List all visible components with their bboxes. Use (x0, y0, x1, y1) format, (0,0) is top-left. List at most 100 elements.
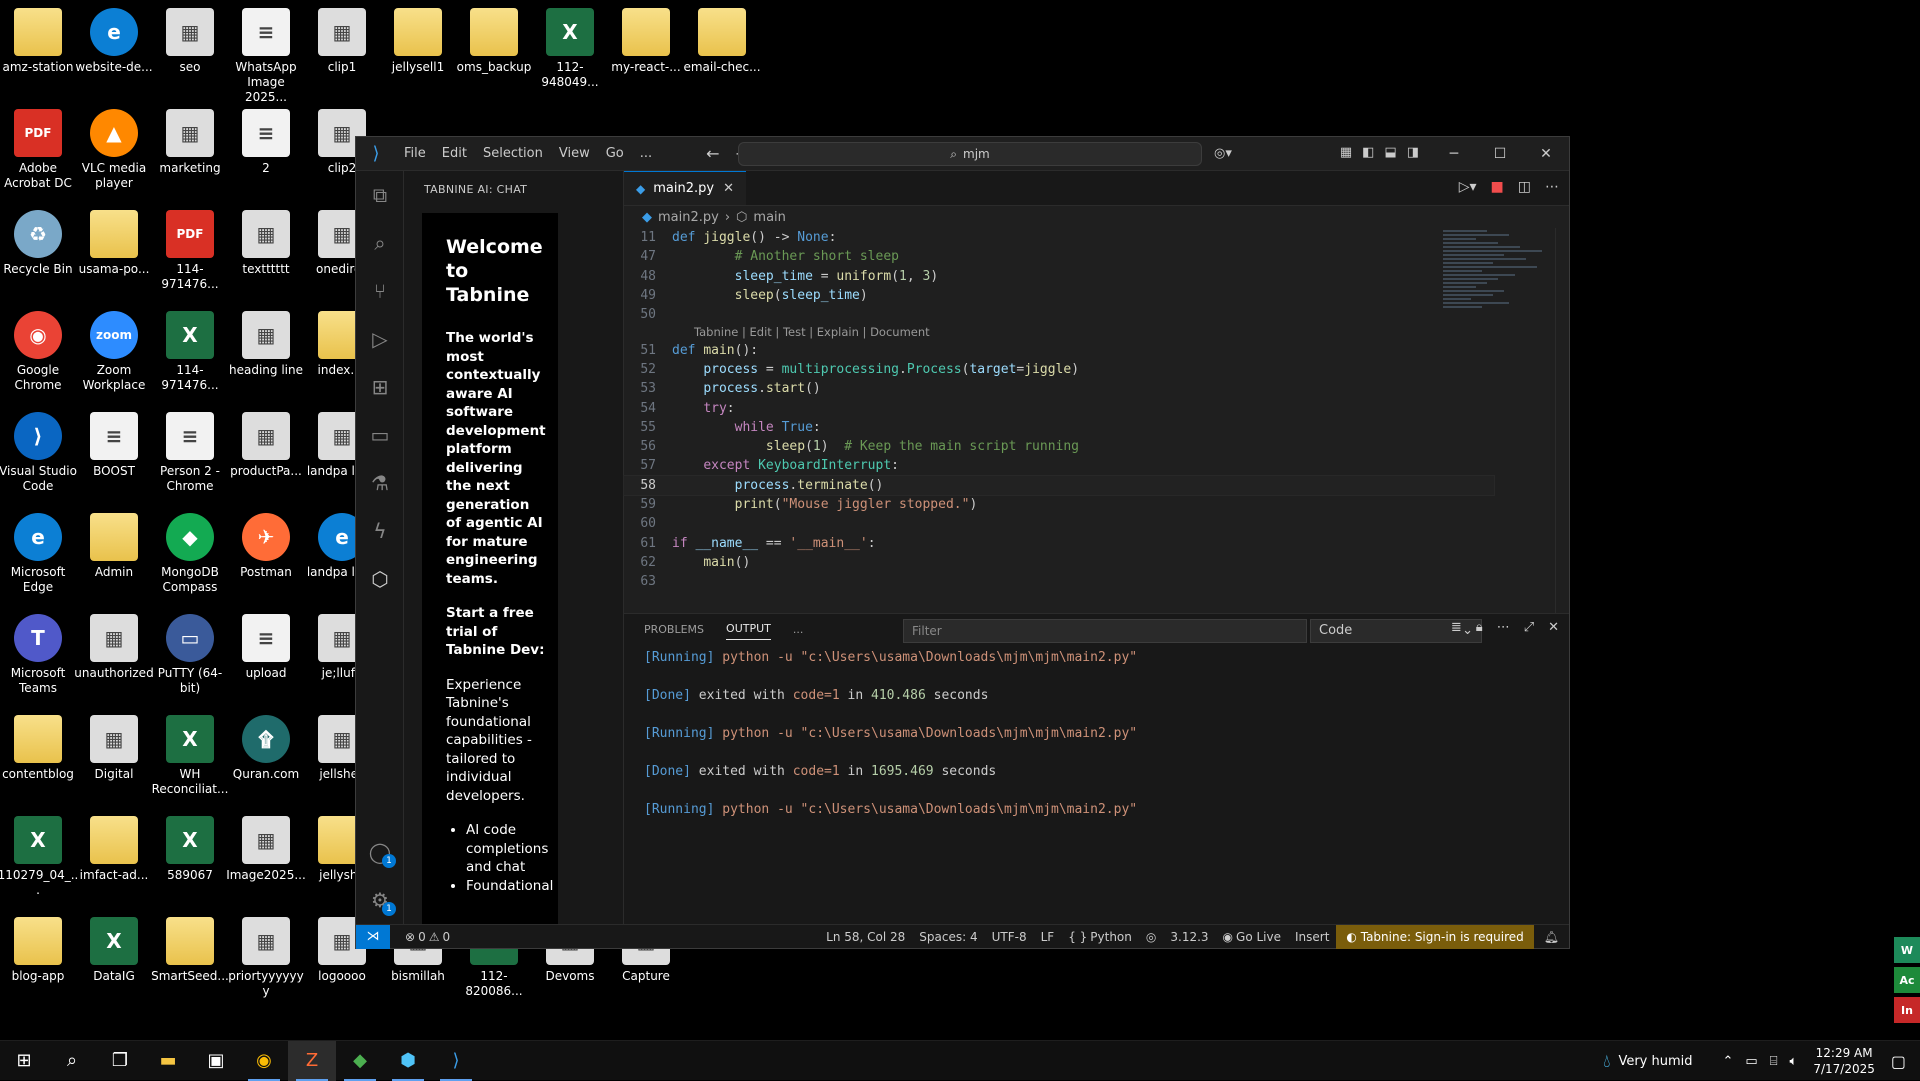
menu-selection[interactable]: Selection (475, 146, 551, 161)
desktop-icon[interactable]: X 112-948049... (529, 2, 611, 90)
store-icon[interactable]: ▣ (192, 1041, 240, 1081)
desktop-icon[interactable]: ▦ Image2025... (225, 810, 307, 883)
desktop-icon[interactable]: ▦ unauthorized (73, 608, 155, 681)
desktop-icon[interactable]: zoom Zoom Workplace (73, 305, 155, 393)
output-filter-input[interactable]: Filter (903, 619, 1307, 643)
network-icon[interactable]: ⌸ (1770, 1054, 1778, 1069)
back-arrow-icon[interactable]: ← (698, 144, 727, 163)
file-explorer-icon[interactable]: ▬ (144, 1041, 192, 1081)
strip-item[interactable]: In (1894, 997, 1920, 1023)
volume-icon[interactable]: 🔈︎ (1790, 1054, 1798, 1069)
desktop-icon[interactable]: X 110279_04_... (0, 810, 79, 898)
more-icon[interactable]: ⋯ (1497, 620, 1510, 635)
weather-widget[interactable]: 💧︎ Very humid (1603, 1051, 1692, 1072)
remote-explorer-icon[interactable]: ▭ (356, 411, 404, 459)
battery-icon[interactable]: ▭ (1745, 1054, 1757, 1069)
task-view-icon[interactable]: ❐ (96, 1041, 144, 1081)
desktop-icon[interactable]: ♻ Recycle Bin (0, 204, 79, 277)
desktop-icon[interactable]: ▦ Digital (73, 709, 155, 782)
desktop-icon[interactable]: e Microsoft Edge (0, 507, 79, 595)
tab-output[interactable]: OUTPUT (726, 622, 771, 640)
tabnine-codelens[interactable]: Tabnine | Edit | Test | Explain | Docume… (624, 324, 1494, 340)
start-windows-icon[interactable]: ⊞ (0, 1041, 48, 1081)
desktop-icon[interactable]: Admin (73, 507, 155, 580)
menu-go[interactable]: Go (598, 146, 632, 161)
accounts-icon[interactable]: ◯ 1 (356, 828, 404, 876)
remote-indicator-icon[interactable]: ⋊ (356, 924, 390, 949)
run-python-icon[interactable]: ▷▾ (1459, 179, 1477, 195)
desktop-icon[interactable]: oms_backup (453, 2, 535, 75)
desktop-icon[interactable]: ▲ VLC media player (73, 103, 155, 191)
manage-gear-icon[interactable]: ⚙ 1 (356, 876, 404, 924)
desktop-icon[interactable]: ۩ Quran.com (225, 709, 307, 782)
desktop-icon[interactable]: ▦ textttttt (225, 204, 307, 277)
code-editor[interactable]: 11 def jiggle() -> None: 47 # Another sho… (623, 228, 1495, 613)
search-icon[interactable]: ⌕ (356, 219, 404, 267)
command-center-search[interactable]: ⌕ mjm (738, 142, 1202, 166)
maximize-panel-icon[interactable]: ⤢ (1524, 620, 1534, 635)
desktop-icon[interactable]: e website-de... (73, 2, 155, 75)
desktop-icon[interactable]: usama-po... (73, 204, 155, 277)
desktop-icon[interactable]: ≡ upload (225, 608, 307, 681)
breadcrumb-symbol[interactable]: main (753, 210, 785, 225)
breadcrumb-file[interactable]: main2.py (658, 210, 719, 225)
desktop-icon[interactable]: contentblog (0, 709, 79, 782)
more-actions-icon[interactable]: ⋯ (1545, 179, 1559, 195)
desktop-icon[interactable]: X WH Reconciliat... (149, 709, 231, 797)
clear-output-icon[interactable]: ≣ (1451, 620, 1462, 635)
customize-layout-icon[interactable]: ▦ (1340, 145, 1352, 160)
desktop-icon[interactable]: ▦ productPa... (225, 406, 307, 479)
notification-center-icon[interactable]: ▢ (1891, 1052, 1906, 1071)
chevron-up-icon[interactable]: ⌃ (1723, 1054, 1734, 1069)
toggle-sidebar-icon[interactable]: ◧ (1362, 145, 1374, 160)
tabnine-status[interactable]: ◐ Tabnine: Sign-in is required (1336, 924, 1534, 949)
language-mode[interactable]: { } Python (1061, 930, 1139, 944)
desktop-icon[interactable]: email-chec... (681, 2, 763, 75)
menu-more[interactable]: ... (632, 146, 660, 161)
desktop-icon[interactable]: ▦ seo (149, 2, 231, 75)
desktop-icon[interactable]: SmartSeed... (149, 911, 231, 984)
close-icon[interactable]: ✕ (1523, 146, 1569, 162)
search-icon[interactable]: ⌕ (48, 1041, 96, 1081)
vscode-taskbar-icon[interactable]: ⟩ (432, 1041, 480, 1081)
cursor-position[interactable]: Ln 58, Col 28 (819, 930, 912, 944)
desktop-icon[interactable]: ◉ Google Chrome (0, 305, 79, 393)
desktop-icon[interactable]: amz-station (0, 2, 79, 75)
split-editor-icon[interactable]: ◫ (1518, 179, 1531, 195)
indentation[interactable]: Spaces: 4 (912, 930, 984, 944)
extensions-icon[interactable]: ⊞ (356, 363, 404, 411)
tab-close-icon[interactable]: ✕ (723, 181, 734, 196)
desktop-icon[interactable]: ✈ Postman (225, 507, 307, 580)
zoom-taskbar-icon[interactable]: Z (288, 1040, 336, 1081)
go-live-button[interactable]: ◉ Go Live (1216, 930, 1288, 944)
notifications-bell-icon[interactable]: 🔔︎ (1534, 930, 1569, 944)
copilot-icon[interactable]: ◎▾ (1214, 146, 1232, 161)
desktop-icon[interactable]: imfact-ad... (73, 810, 155, 883)
desktop-icon[interactable]: ≡ BOOST (73, 406, 155, 479)
strip-item[interactable]: W (1894, 937, 1920, 963)
desktop-icon[interactable]: jellysell1 (377, 2, 459, 75)
tab-problems[interactable]: PROBLEMS (644, 623, 704, 636)
explorer-icon[interactable]: ⧉ (356, 171, 404, 219)
tab-main2-py[interactable]: ◆ main2.py ✕ (624, 171, 746, 205)
maximize-icon[interactable]: ☐ (1477, 146, 1523, 162)
insert-mode[interactable]: Insert (1288, 930, 1336, 944)
mongodb-compass-icon[interactable]: ◆ (336, 1041, 384, 1081)
desktop-icon[interactable]: my-react-... (605, 2, 687, 75)
desktop-icon[interactable]: ▦ marketing (149, 103, 231, 176)
desktop-icon[interactable]: PDF Adobe Acrobat DC (0, 103, 79, 191)
testing-icon[interactable]: ⚗ (356, 459, 404, 507)
lock-icon[interactable]: 🔒︎ (1476, 620, 1483, 635)
desktop-icon[interactable]: ≡ Person 2 - Chrome (149, 406, 231, 494)
desktop-icon[interactable]: ◆ MongoDB Compass (149, 507, 231, 595)
python-version[interactable]: 3.12.3 (1163, 930, 1215, 944)
desktop-icon[interactable]: ⟩ Visual Studio Code (0, 406, 79, 494)
menu-view[interactable]: View (551, 146, 598, 161)
desktop-icon[interactable]: X DataIG (73, 911, 155, 984)
run-debug-icon[interactable]: ▷ (356, 315, 404, 363)
desktop-icon[interactable]: ≡ 2 (225, 103, 307, 176)
source-control-icon[interactable]: ⑂ (356, 267, 404, 315)
close-panel-icon[interactable]: ✕ (1548, 620, 1559, 635)
desktop-icon[interactable]: ▦ clip1 (301, 2, 383, 75)
desktop-icon[interactable]: ≡ WhatsApp Image 2025... (225, 2, 307, 105)
